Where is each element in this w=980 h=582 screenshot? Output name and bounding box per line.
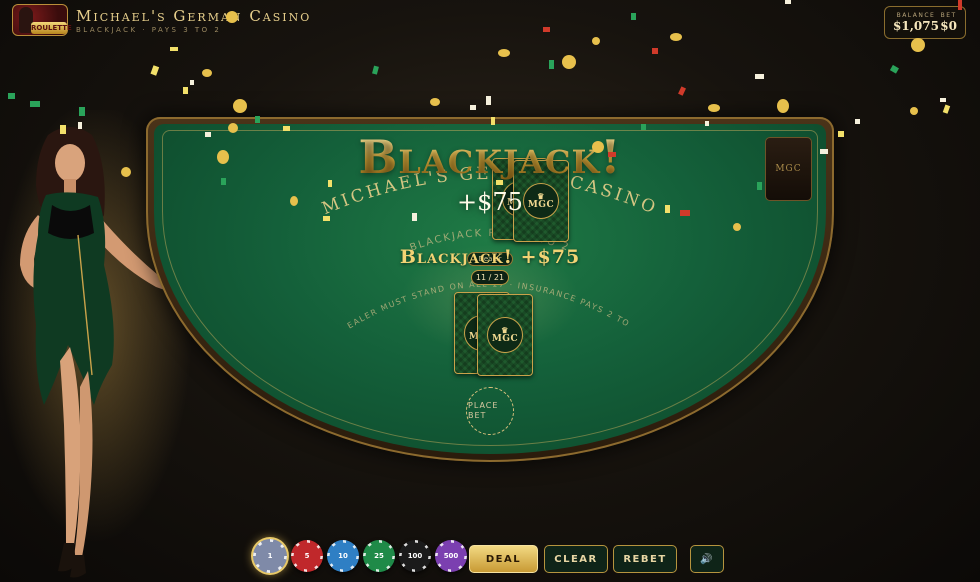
app-title: Michael's German Casino	[76, 6, 312, 25]
chip-value: 5	[304, 552, 310, 560]
chip-value: 100	[407, 552, 423, 560]
bet-label: BET	[940, 12, 957, 19]
player-card: ♛MGC	[477, 294, 533, 376]
sound-toggle-button[interactable]: 🔊	[690, 545, 724, 573]
place-bet-spot[interactable]: PLACE BET	[466, 387, 514, 435]
speaker-icon: 🔊	[700, 553, 714, 565]
result-amount: +$75	[457, 188, 523, 216]
chip-100[interactable]: 100	[399, 540, 431, 572]
chip-value: 25	[374, 552, 384, 560]
hand-count-badge: 11 / 21	[471, 270, 509, 285]
chip-value: 1	[267, 552, 273, 560]
chip-10[interactable]: 10	[327, 540, 359, 572]
chip-tray: 1 5 10 25 100 500	[253, 539, 467, 573]
chip-5[interactable]: 5	[291, 540, 323, 572]
chip-25[interactable]: 25	[363, 540, 395, 572]
chip-1[interactable]: 1	[253, 539, 287, 573]
clear-button[interactable]: CLEAR	[544, 545, 608, 573]
casino-logo: ROULETTE	[12, 4, 72, 36]
result-headline: Blackjack!	[0, 130, 980, 184]
balance-label: BALANCE	[896, 12, 936, 19]
card-brand: MGC	[491, 334, 519, 344]
bet-value: $0	[940, 19, 957, 33]
logo-label: ROULETTE	[31, 22, 72, 34]
chip-value: 10	[338, 552, 348, 560]
deal-button[interactable]: DEAL	[469, 545, 538, 573]
balance-value: $1,075	[893, 19, 939, 33]
balance-panel: BALANCE $1,075 BET $0	[884, 6, 966, 39]
result-line: Blackjack! +$75	[399, 246, 581, 268]
brand: ROULETTE Michael's German Casino BLACKJA…	[12, 4, 311, 36]
rebet-button[interactable]: REBET	[613, 545, 677, 573]
chip-value: 500	[443, 552, 459, 560]
chip-500[interactable]: 500	[435, 540, 467, 572]
app-subtitle: BLACKJACK · PAYS 3 TO 2	[76, 25, 222, 34]
